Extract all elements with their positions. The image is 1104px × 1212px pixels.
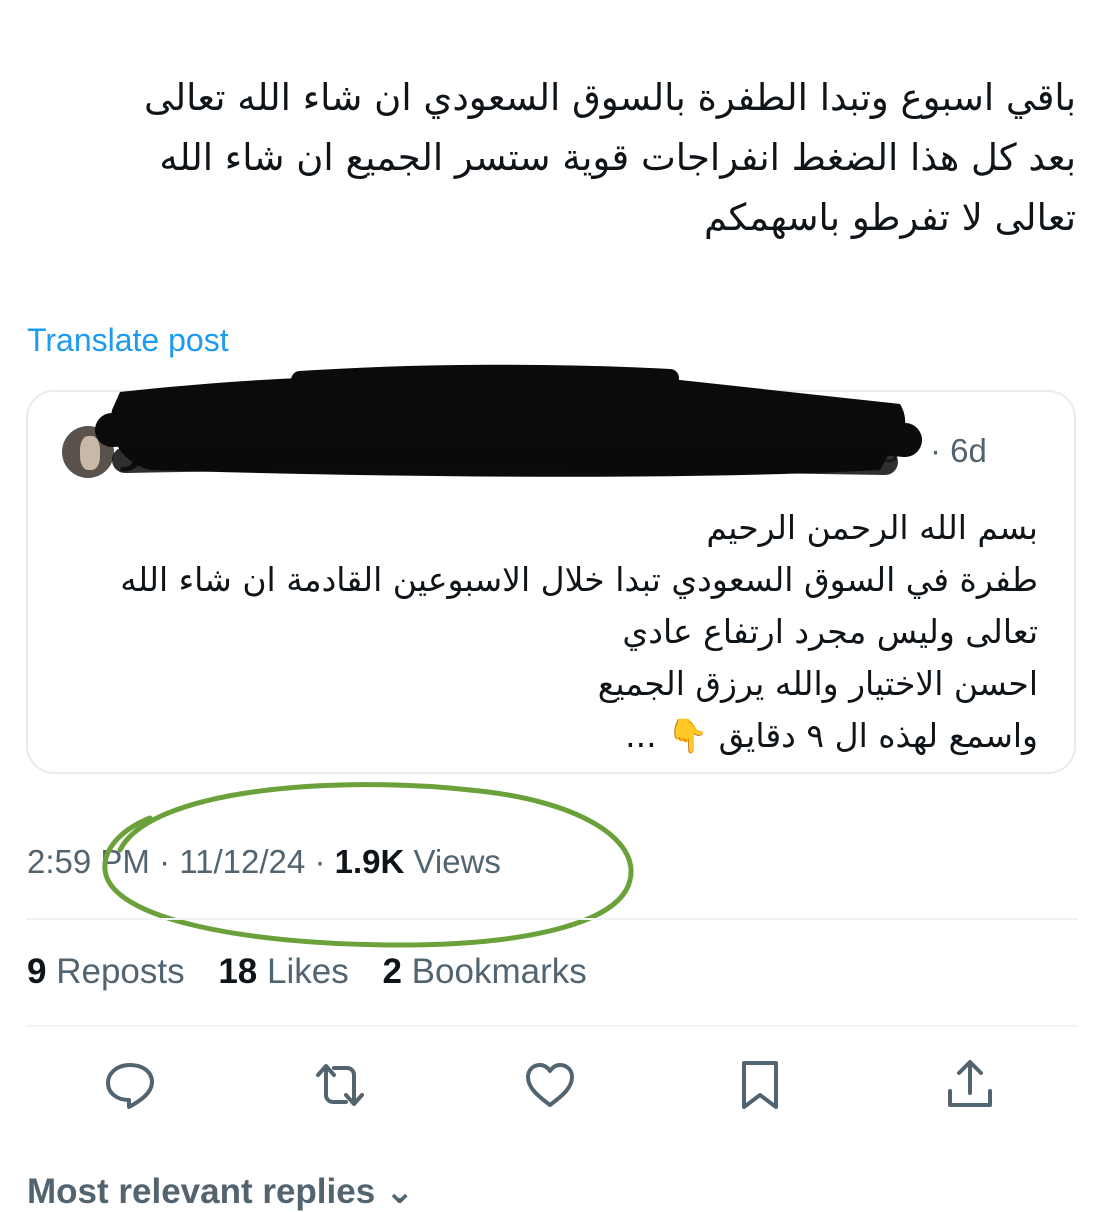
bookmark-button[interactable]	[730, 1055, 790, 1115]
like-button[interactable]	[520, 1055, 580, 1115]
bookmark-icon	[742, 1061, 778, 1109]
replies-sort-toggle[interactable]: Most relevant replies ⌄	[27, 1172, 414, 1212]
meta-separator: ·	[314, 843, 326, 880]
like-icon	[526, 1063, 574, 1107]
post-meta: 2:59 PM · 11/12/24 · 1.9K Views	[27, 843, 501, 881]
share-icon	[948, 1060, 992, 1107]
avatar[interactable]	[62, 426, 114, 478]
quoted-post-card[interactable]: أحمد عبدالناصر عمار ✓ @ahmadammar1993 · …	[26, 390, 1076, 774]
repost-button[interactable]	[310, 1055, 370, 1115]
quoted-post-age: · 6d	[930, 432, 987, 469]
quoted-text-line: طفرة في السوق السعودي تبدا خلال الاسبوعي…	[120, 560, 1038, 599]
divider	[26, 918, 1078, 920]
chevron-down-icon: ⌄	[384, 1172, 415, 1211]
likes-stat[interactable]: 18 Likes	[218, 952, 348, 991]
meta-separator: ·	[159, 843, 171, 880]
reply-button[interactable]	[100, 1055, 160, 1115]
post-date: 11/12/24	[179, 843, 306, 880]
repost-icon	[316, 1064, 364, 1106]
quoted-text-line: تعالى وليس مجرد ارتفاع عادي	[622, 612, 1038, 651]
quoted-author-handle[interactable]: @ahmadammar1993	[588, 432, 899, 470]
divider	[26, 1025, 1078, 1027]
quoted-post-text: بسم الله الرحمن الرحيم طفرة في السوق الس…	[48, 502, 1038, 762]
quoted-post-header: أحمد عبدالناصر عمار ✓ @ahmadammar1993 · …	[62, 420, 1022, 480]
post-time: 2:59 PM	[27, 843, 150, 880]
views-label: Views	[413, 843, 501, 880]
post-text-line: باقي اسبوع وتبدا الطفرة بالسوق السعودي ا…	[144, 76, 1076, 119]
quoted-author-name[interactable]: أحمد عبدالناصر عمار	[122, 432, 464, 472]
reposts-stat[interactable]: 9 Reposts	[27, 952, 185, 991]
reply-icon	[106, 1063, 154, 1109]
replies-sort-label: Most relevant replies	[27, 1172, 376, 1211]
verified-badge-icon: ✓	[548, 436, 582, 470]
engagement-stats: 9 Reposts 18 Likes 2 Bookmarks	[27, 952, 611, 992]
share-button[interactable]	[940, 1055, 1000, 1115]
views-count: 1.9K	[334, 843, 405, 880]
quoted-text-line: واسمع لهذه ال ٩ دقايق 👇 ...	[625, 716, 1038, 755]
post-text-line: تعالى لا تفرطو باسهمكم	[704, 196, 1076, 239]
translate-post-link[interactable]: Translate post	[27, 322, 229, 359]
post-text: باقي اسبوع وتبدا الطفرة بالسوق السعودي ا…	[16, 68, 1076, 248]
quoted-text-line: بسم الله الرحمن الرحيم	[706, 508, 1038, 547]
action-bar	[0, 1055, 1104, 1125]
bookmarks-stat[interactable]: 2 Bookmarks	[382, 952, 586, 991]
post-text-line: بعد كل هذا الضغط انفراجات قوية ستسر الجم…	[159, 136, 1076, 179]
quoted-text-line: احسن الاختيار والله يرزق الجميع	[597, 664, 1038, 703]
